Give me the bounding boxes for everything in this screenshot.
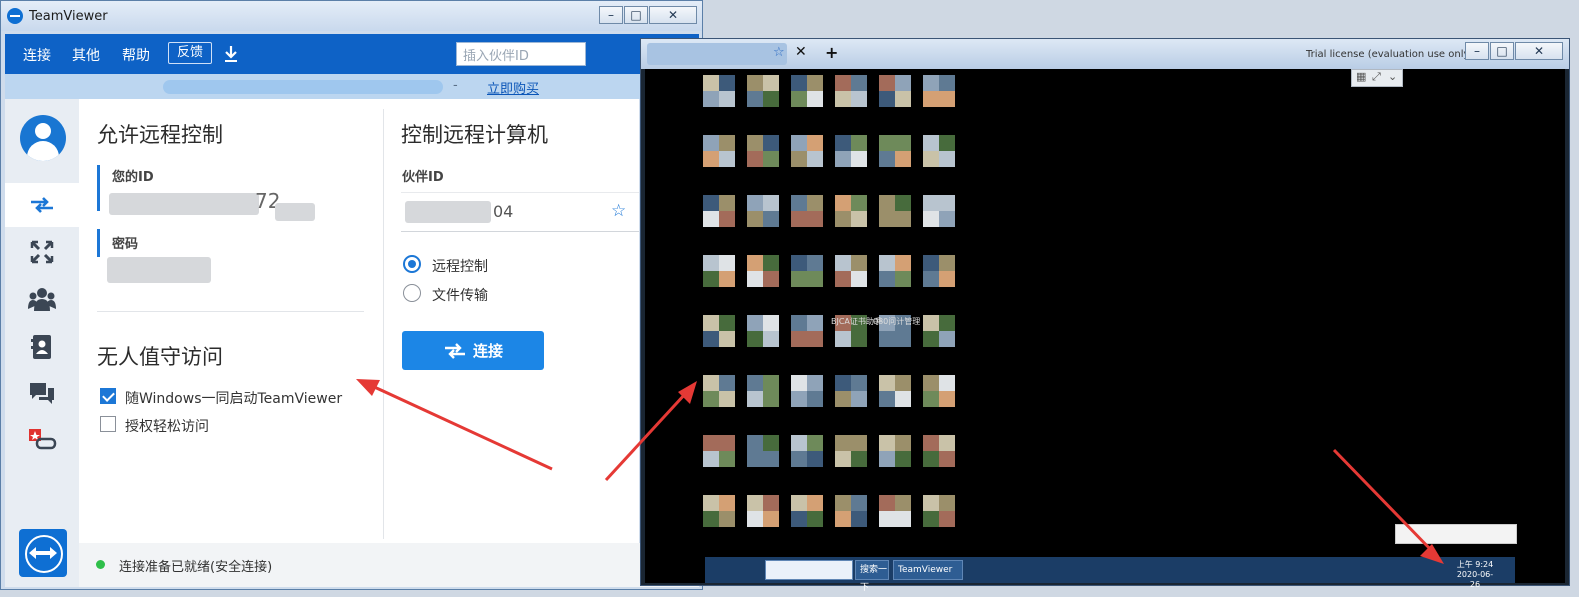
annotation-arrows [356,379,1444,564]
arrow-head [1420,544,1444,564]
arrow-to-clock [1332,448,1436,555]
arrow-to-desktop [604,391,688,482]
arrow-to-checkbox [369,383,553,471]
